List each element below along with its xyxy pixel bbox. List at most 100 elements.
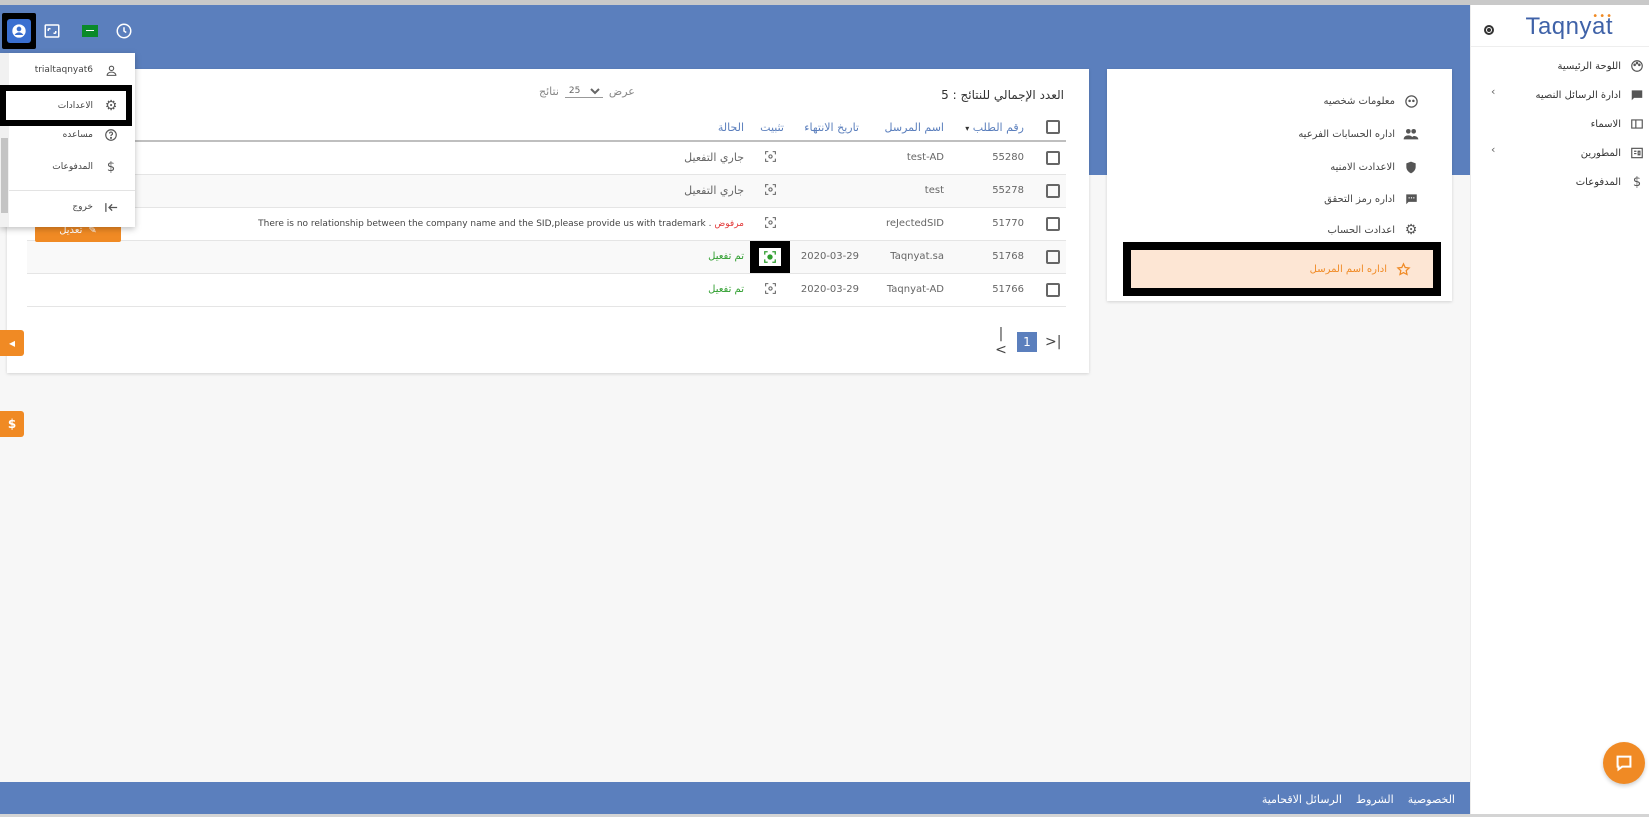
- message-icon: [1629, 87, 1645, 103]
- settings-label: الاعدادات: [57, 101, 93, 111]
- sidebar-item-label: المدفوعات: [1575, 176, 1621, 188]
- logout-icon: [103, 199, 119, 215]
- col-request-id[interactable]: رقم الطلب ▾: [950, 114, 1030, 142]
- settings-item-account[interactable]: اعدادت الحساب ⚙: [1328, 220, 1419, 240]
- sidebar-item-label: ادارة الرسائل النصيه: [1535, 89, 1621, 101]
- current-page[interactable]: 1: [1017, 332, 1037, 352]
- scrollbar-thumb[interactable]: [1, 138, 8, 213]
- pin-target-icon[interactable]: [763, 150, 777, 164]
- sidebar-divider: [1471, 46, 1649, 47]
- row-checkbox[interactable]: [1046, 249, 1060, 264]
- face-icon: [1403, 93, 1419, 109]
- col-pin: تثبيت: [750, 114, 790, 142]
- sidebar-item-developers[interactable]: المطورين: [1581, 142, 1645, 164]
- chevron-left-icon[interactable]: ‹: [1491, 85, 1495, 98]
- language-flag-button[interactable]: [76, 17, 104, 45]
- sidebar-item-dashboard[interactable]: اللوحة الرئيسية: [1558, 55, 1645, 77]
- pin-highlight-frame[interactable]: [750, 240, 790, 273]
- status-cell: جاري التفعيل: [27, 141, 750, 175]
- row-checkbox-cell: [1030, 273, 1066, 307]
- people-icon: [1403, 126, 1419, 142]
- dropdown-scrollbar[interactable]: [0, 53, 9, 227]
- footer-links: الخصوصية الشروط الرسائل الاقحامية: [1262, 793, 1455, 806]
- sidebar-toggle-radio[interactable]: [1484, 25, 1494, 35]
- per-page-control: نتائج 25 عرض: [539, 85, 635, 98]
- status-badge: جاري التفعيل: [684, 184, 744, 197]
- dollar-icon: $: [7, 417, 17, 431]
- dropdown-item-payments[interactable]: المدفوعات $: [52, 157, 119, 177]
- pagination: |< 1 >|: [993, 326, 1061, 358]
- settings-item-sender-names[interactable]: اداره اسم المرسل: [1310, 259, 1411, 279]
- sidebar-item-label: الاسماء: [1590, 118, 1621, 130]
- last-page-button[interactable]: >|: [1045, 334, 1061, 350]
- col-sender-name[interactable]: اسم المرسل: [865, 114, 950, 142]
- first-page-button[interactable]: |<: [993, 326, 1009, 358]
- col-status: الحالة: [27, 114, 750, 142]
- status-badge: تم تفعيل: [708, 284, 744, 295]
- pin-target-icon[interactable]: [763, 281, 777, 295]
- pin-cell: [750, 240, 790, 274]
- settings-item-profile[interactable]: معلومات شخصيه: [1323, 91, 1419, 111]
- chevron-left-icon[interactable]: ‹: [1491, 143, 1495, 156]
- pin-target-icon[interactable]: [763, 182, 777, 196]
- row-checkbox[interactable]: [1046, 183, 1060, 198]
- palette-icon: [1629, 58, 1645, 74]
- fullscreen-button[interactable]: [38, 17, 66, 45]
- dropdown-item-settings[interactable]: الاعدادات ⚙: [58, 96, 119, 116]
- dropdown-item-logout[interactable]: خروج: [72, 197, 119, 217]
- api-icon: [1629, 145, 1645, 161]
- expiry-date: 2020-03-29: [790, 240, 865, 274]
- results-total: العدد الإجمالي للنتائج : 5: [941, 88, 1064, 102]
- col-expiry-date[interactable]: تاريخ الانتهاء: [790, 114, 865, 142]
- settings-item-otp[interactable]: اداره رمز التحقق: [1324, 189, 1419, 209]
- account-circle-icon: [7, 19, 31, 43]
- request-id: 51766: [950, 273, 1030, 307]
- status-cell: تم تفعيل: [27, 240, 750, 274]
- sidebar-item-payments[interactable]: المدفوعات $: [1576, 171, 1645, 193]
- shield-icon: [1403, 159, 1419, 175]
- row-checkbox-cell: [1030, 207, 1066, 241]
- settings-item-label: معلومات شخصيه: [1323, 95, 1395, 107]
- row-checkbox[interactable]: [1046, 150, 1060, 165]
- gear-icon: ⚙: [1404, 222, 1418, 238]
- select-all-checkbox[interactable]: [1046, 120, 1060, 134]
- row-checkbox[interactable]: [1046, 216, 1060, 231]
- footer-link-spam[interactable]: الرسائل الاقحامية: [1262, 793, 1342, 806]
- chat-support-button[interactable]: [1603, 742, 1645, 784]
- dropdown-item-settings-active[interactable]: الاعدادات ⚙: [0, 85, 132, 126]
- dropdown-item-help[interactable]: مساعده: [63, 125, 119, 145]
- book-icon: [1629, 116, 1645, 132]
- floating-payment-tab[interactable]: $: [0, 411, 24, 437]
- settings-item-security[interactable]: الاعدادت الامنيه: [1330, 157, 1419, 177]
- settings-item-label: اداره اسم المرسل: [1309, 263, 1387, 275]
- floating-send-tab[interactable]: ◂: [0, 330, 24, 356]
- settings-item-subaccounts[interactable]: اداره الحسابات الفرعيه: [1298, 124, 1419, 144]
- person-icon: [103, 62, 119, 78]
- footer-link-privacy[interactable]: الخصوصية: [1408, 793, 1455, 806]
- settings-item-label: اعدادت الحساب: [1327, 224, 1395, 236]
- settings-item-label: اداره رمز التحقق: [1324, 193, 1395, 205]
- user-menu-button[interactable]: [2, 13, 36, 49]
- brand-logo[interactable]: Taqnyat: [1525, 13, 1613, 41]
- user-dropdown-menu: trialtaqnyat6 الاعدادات ⚙ مساعده المدفوع…: [0, 53, 135, 227]
- row-checkbox[interactable]: [1046, 282, 1060, 297]
- request-id: 51770: [950, 207, 1030, 241]
- payments-label: المدفوعات: [52, 162, 93, 172]
- history-button[interactable]: [110, 17, 138, 45]
- settings-nav-card: معلومات شخصيه اداره الحسابات الفرعيه الا…: [1107, 69, 1452, 301]
- sidebar-item-names[interactable]: الاسماء: [1591, 113, 1645, 135]
- table-row: 51768 Taqnyat.sa 2020-03-29 تم تفعيل: [27, 240, 1066, 274]
- row-checkbox-cell: [1030, 174, 1066, 208]
- sidebar-item-sms[interactable]: ادارة الرسائل النصيه: [1536, 84, 1645, 106]
- sms-icon: [1403, 191, 1419, 207]
- settings-item-sender-names-active[interactable]: اداره اسم المرسل: [1123, 242, 1441, 296]
- per-page-select[interactable]: 25: [564, 85, 603, 98]
- status-cell: جاري التفعيل: [27, 174, 750, 208]
- sender-name: reJectedSID: [865, 207, 950, 241]
- status-badge: مرفوض: [714, 218, 744, 229]
- footer-link-terms[interactable]: الشروط: [1356, 793, 1394, 806]
- rejection-note: There is no relationship between the com…: [258, 218, 712, 229]
- table-row: 51770 reJectedSID مرفوض There is no rela…: [27, 207, 1066, 241]
- dropdown-item-username[interactable]: trialtaqnyat6: [35, 60, 119, 80]
- pin-target-icon[interactable]: [763, 215, 777, 229]
